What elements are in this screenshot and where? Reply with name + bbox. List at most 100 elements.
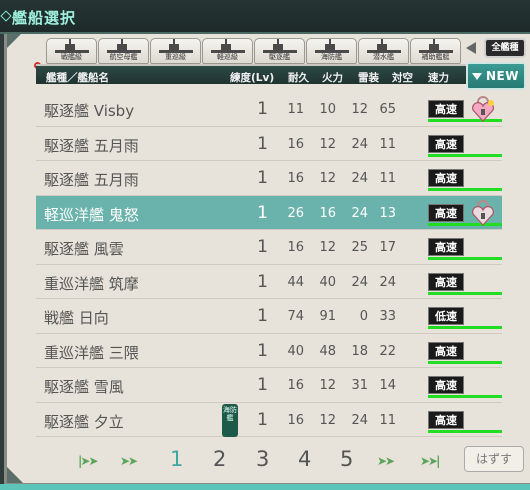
tabs-left-arrow-icon[interactable] [466,42,476,54]
ship-torpedo: 24 [351,412,368,428]
ship-level: 1 [257,99,268,119]
tab-carrier[interactable]: 航空母艦 [98,38,149,64]
col-torpedo[interactable]: 雷装 [358,70,379,85]
prev-page-icon[interactable]: ➤➤ [120,454,146,468]
page-4[interactable]: 4 [298,447,311,471]
col-aa[interactable]: 対空 [392,70,413,85]
ship-name: 駆逐艦 Visby [44,102,135,120]
ship-firepower: 12 [319,136,336,152]
ship-name: 軽巡洋艦 鬼怒 [44,205,139,224]
ship-name: 駆逐艦 雪風 [44,378,124,396]
table-row[interactable]: 戦艦 日向 1 74 91 0 33 低速 [36,299,502,334]
ship-name: 駆逐艦 風雲 [44,240,124,258]
tab-escort[interactable]: 海防艦 [306,38,357,64]
tab-light-cruiser[interactable]: 軽巡級 [202,38,253,64]
speed-badge: 高速 [428,238,464,256]
ship-type-tabs: 戦艦級 航空母艦 重巡級 軽巡級 駆逐艦 海防艦 潜水艦 補助艦艇 [46,38,461,64]
status-gauge [428,257,502,260]
table-row[interactable]: 駆逐艦 夕立 1 16 12 24 11 高速 海防艦 [36,403,502,437]
ship-name: 駆逐艦 五月雨 [44,171,139,189]
ship-torpedo: 24 [351,171,368,186]
ship-name: 重巡洋艦 筑摩 [44,274,139,293]
ship-hp: 16 [287,240,304,255]
page-2[interactable]: 2 [213,447,226,471]
table-row[interactable]: 軽巡洋艦 鬼怒 1 26 16 24 13 高速 [36,195,502,230]
ship-hp: 16 [287,136,304,152]
next-page-icon[interactable]: ➤➤ [377,454,403,468]
col-lv[interactable]: 練度(Lv) [230,70,274,85]
ship-anti-air: 24 [379,274,396,290]
pagination: |➤➤ ➤➤ 1 2 3 4 5 ➤➤ ➤➤| [72,445,472,475]
ship-anti-air: 17 [379,240,396,255]
ship-level: 1 [257,340,268,361]
speed-badge: 低速 [428,307,464,325]
bottom-band [0,484,530,490]
page-3[interactable]: 3 [256,447,269,471]
col-hp[interactable]: 耐久 [288,70,309,85]
ship-firepower: 40 [319,274,336,290]
ship-anti-air: 65 [379,102,396,117]
tab-heavy-cruiser[interactable]: 重巡級 [150,38,201,64]
ship-name: 駆逐艦 夕立 [44,412,124,431]
ship-anti-air: 13 [379,205,396,221]
panel-corner-bottom [7,467,23,483]
speed-badge: 高速 [428,203,464,222]
ship-level: 1 [257,271,268,292]
tab-all[interactable]: 全艦種 [484,38,526,58]
tab-destroyer[interactable]: 駆逐艦 [254,38,305,64]
ship-torpedo: 0 [359,309,368,324]
title-bar: 艦船選択 [0,0,530,34]
speed-badge: 高速 [428,272,464,291]
ship-name: 重巡洋艦 三隈 [44,343,139,362]
table-row[interactable]: 駆逐艦 Visby 1 11 10 12 65 高速 [36,92,502,127]
status-gauge [428,326,502,329]
tab-battleship[interactable]: 戦艦級 [46,38,97,64]
ship-anti-air: 22 [379,343,396,359]
last-page-icon[interactable]: ➤➤| [420,454,446,468]
ship-name: 駆逐艦 五月雨 [44,136,139,155]
speed-badge: 高速 [428,410,464,429]
ship-hp: 74 [287,309,304,324]
release-button[interactable]: はずす [464,446,524,472]
speed-badge: 高速 [428,341,464,360]
ship-anti-air: 14 [379,378,396,393]
ship-hp: 40 [287,343,304,359]
speed-badge: 高速 [428,134,464,153]
ship-list: 駆逐艦 Visby 1 11 10 12 65 高速 駆逐艦 五月雨 1 16 12 24 11 高速 駆逐… [36,92,502,437]
page-5[interactable]: 5 [340,447,353,471]
ship-hp: 26 [287,205,304,221]
ship-torpedo: 12 [351,102,368,117]
ship-level: 1 [257,306,268,326]
ship-level: 1 [257,375,268,395]
table-row[interactable]: 駆逐艦 五月雨 1 16 12 24 11 高速 [36,161,502,196]
status-gauge [428,360,502,364]
ship-anti-air: 33 [379,309,396,324]
table-row[interactable]: 重巡洋艦 三隈 1 40 48 18 22 高速 [36,334,502,368]
ship-torpedo: 25 [351,240,368,255]
col-name[interactable]: 艦種／艦船名 [46,70,109,85]
page-1[interactable]: 1 [170,447,183,471]
status-gauge [428,429,502,433]
status-gauge [428,291,502,295]
diamond-icon [0,10,12,22]
tab-submarine[interactable]: 潜水艦 [358,38,409,64]
tab-auxiliary[interactable]: 補助艦艇 [410,38,461,64]
col-speed[interactable]: 速力 [428,70,449,85]
table-row[interactable]: 駆逐艦 雪風 1 16 12 31 14 高速 [36,368,502,403]
col-fire[interactable]: 火力 [322,70,343,85]
first-page-icon[interactable]: |➤➤ [78,454,104,468]
ship-level: 1 [257,202,268,223]
table-row[interactable]: 駆逐艦 五月雨 1 16 12 24 11 高速 [36,127,502,161]
sort-new-button[interactable]: NEW [466,62,526,90]
ship-firepower: 16 [319,205,336,221]
table-row[interactable]: 重巡洋艦 筑摩 1 44 40 24 24 高速 [36,265,502,299]
ship-firepower: 12 [319,378,336,393]
speed-badge: 高速 [428,100,464,118]
table-row[interactable]: 駆逐艦 風雲 1 16 12 25 17 高速 [36,230,502,265]
heart-lock-open-icon[interactable] [468,198,498,228]
ship-level: 1 [257,133,268,154]
ship-firepower: 91 [319,309,336,324]
heart-lock-icon[interactable] [468,94,498,124]
ship-torpedo: 24 [351,205,368,221]
panel-corner [7,34,21,48]
